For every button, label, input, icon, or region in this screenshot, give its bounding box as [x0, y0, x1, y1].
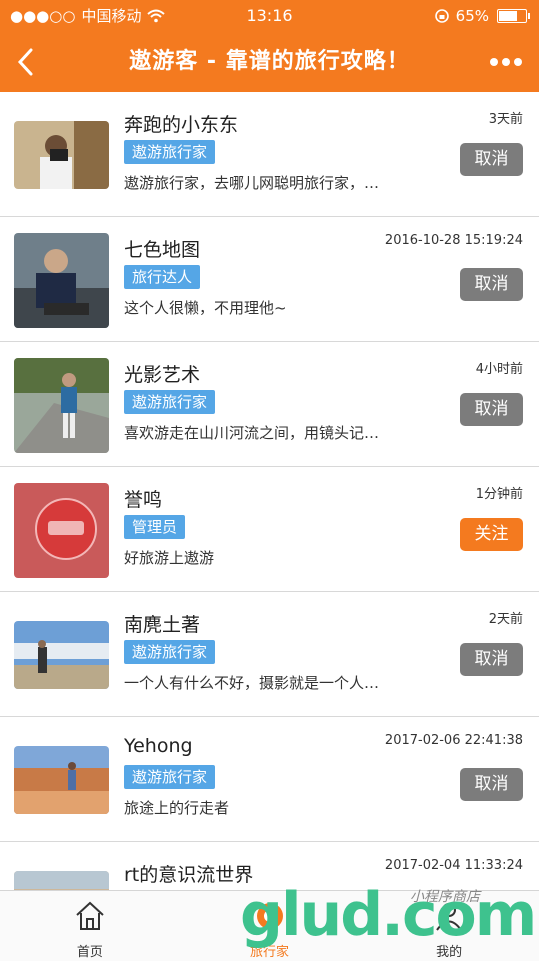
- tab-label: 首页: [76, 945, 103, 960]
- page-title: 遨游客 - 靠谱的旅行攻略！: [129, 49, 410, 74]
- unfollow-button[interactable]: 取消: [460, 768, 523, 801]
- avatar: [14, 483, 109, 578]
- tab-mine[interactable]: 我的: [359, 891, 539, 961]
- user-name: 誉鸣: [124, 489, 163, 511]
- user-name: 七色地图: [124, 239, 201, 261]
- follow-button[interactable]: 关注: [460, 518, 523, 551]
- back-button[interactable]: [6, 36, 46, 86]
- user-icon: [436, 903, 462, 931]
- battery-icon: [497, 9, 530, 23]
- follow-time: 4小时前: [475, 362, 523, 377]
- user-name: Yehong: [124, 735, 193, 757]
- user-bio: 喜欢游走在山川河流之间，用镜头记…: [124, 424, 380, 442]
- user-tag: 管理员: [124, 515, 186, 539]
- user-bio: 旅途上的行走者: [124, 799, 230, 817]
- list-item[interactable]: 奔跑的小东东 遨游旅行家 遨游旅行家，去哪儿网聪明旅行家，… 3天前 取消: [0, 92, 539, 217]
- avatar-sky-image: [14, 621, 109, 689]
- unfollow-button[interactable]: 取消: [460, 643, 523, 676]
- list-item[interactable]: 七色地图 旅行达人 这个人很懒，不用理他~ 2016-10-28 15:19:2…: [0, 217, 539, 342]
- user-tag: 遨游旅行家: [124, 390, 216, 414]
- user-bio: 遨游旅行家，去哪儿网聪明旅行家，…: [124, 174, 380, 192]
- unfollow-button[interactable]: 取消: [460, 393, 523, 426]
- user-tag: 遨游旅行家: [124, 140, 216, 164]
- avatar: [14, 621, 109, 689]
- rotation-lock-icon: [434, 9, 449, 23]
- avatar: [14, 746, 109, 814]
- avatar: [14, 358, 109, 453]
- user-bio: 一个人有什么不好，摄影就是一个人…: [124, 674, 380, 692]
- avatar: [14, 121, 109, 189]
- status-bar: ●●●○○ 中国移动 13:16 65%: [0, 0, 539, 32]
- more-button[interactable]: [483, 36, 529, 86]
- home-icon: [76, 901, 104, 930]
- app-header: ●●●○○ 中国移动 13:16 65% 遨游客 - 靠谱的旅行攻略！: [0, 0, 539, 92]
- tab-traveler[interactable]: 旅行家: [180, 891, 360, 961]
- user-bio: 这个人很懒，不用理他~: [124, 299, 287, 317]
- user-tag: 旅行达人: [124, 265, 201, 289]
- unfollow-button[interactable]: 取消: [460, 143, 523, 176]
- unfollow-button[interactable]: 取消: [460, 268, 523, 301]
- user-tag: 遨游旅行家: [124, 640, 216, 664]
- list-item[interactable]: 南麂土著 遨游旅行家 一个人有什么不好，摄影就是一个人… 2天前 取消: [0, 592, 539, 717]
- user-name: 南麂土著: [124, 614, 201, 636]
- tab-label: 旅行家: [250, 945, 290, 960]
- traveler-list: 奔跑的小东东 遨游旅行家 遨游旅行家，去哪儿网聪明旅行家，… 3天前 取消 七色…: [0, 92, 539, 890]
- avatar: [14, 233, 109, 328]
- avatar-photographer-image: [14, 121, 109, 189]
- user-name: 奔跑的小东东: [124, 114, 239, 136]
- follow-time: 2017-02-04 11:33:24: [384, 858, 523, 873]
- chevron-left-icon: [17, 48, 33, 75]
- ellipsis-icon: [490, 57, 522, 66]
- follow-time: 1分钟前: [475, 487, 523, 502]
- user-name: 光影艺术: [124, 364, 201, 386]
- tab-bar: 首页 旅行家 我的: [0, 890, 539, 961]
- avatar-canyon-image: [14, 746, 109, 814]
- nav-bar: 遨游客 - 靠谱的旅行攻略！: [0, 32, 539, 92]
- user-name: rt的意识流世界: [124, 864, 254, 886]
- battery-percent: 65%: [455, 7, 489, 25]
- avatar-desert-image: [14, 871, 109, 890]
- battery-fill: [499, 11, 518, 21]
- follow-time: 3天前: [488, 112, 523, 127]
- tab-home[interactable]: 首页: [0, 891, 180, 961]
- follow-time: 2天前: [488, 612, 523, 627]
- avatar-logo-ball-image: [14, 483, 109, 578]
- avatar-man-rocks-image: [14, 233, 109, 328]
- user-tag: 遨游旅行家: [124, 765, 216, 789]
- follow-time: 2017-02-06 22:41:38: [384, 733, 523, 748]
- follow-time: 2016-10-28 15:19:24: [384, 233, 523, 248]
- user-bio: 好旅游上遨游: [124, 549, 215, 567]
- avatar: [14, 871, 109, 890]
- list-item[interactable]: Yehong 遨游旅行家 旅途上的行走者 2017-02-06 22:41:38…: [0, 717, 539, 842]
- tab-label: 我的: [436, 945, 463, 960]
- status-right: 65%: [434, 0, 530, 32]
- list-item[interactable]: 誉鸣 管理员 好旅游上遨游 1分钟前 关注: [0, 467, 539, 592]
- list-item[interactable]: rt的意识流世界 2017-02-04 11:33:24: [0, 842, 539, 890]
- traveler-icon: [256, 903, 283, 929]
- list-item[interactable]: 光影艺术 遨游旅行家 喜欢游走在山川河流之间，用镜头记… 4小时前 取消: [0, 342, 539, 467]
- avatar-road-image: [14, 358, 109, 453]
